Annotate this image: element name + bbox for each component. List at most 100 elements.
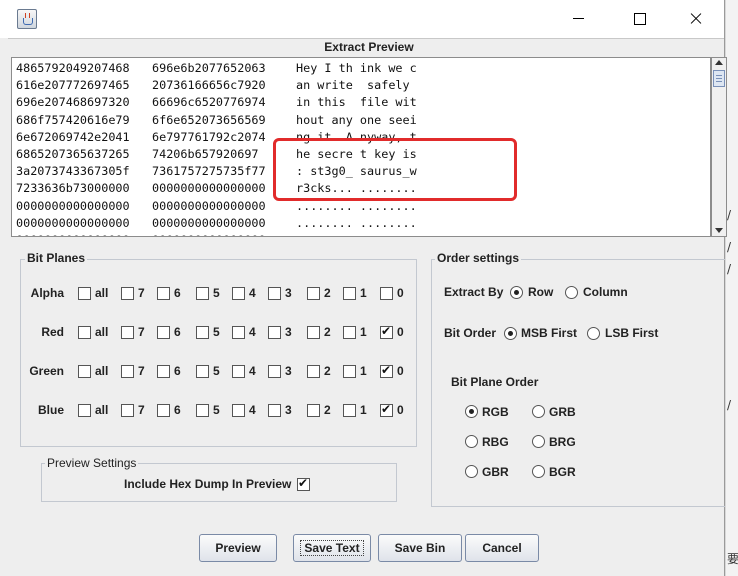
bit-order-msb-radio[interactable] <box>504 327 517 340</box>
preview-ascii-cell: Hey I th ink we c <box>296 61 417 75</box>
title-bar[interactable] <box>0 0 724 38</box>
bit-label: 6 <box>174 364 181 378</box>
channel-label-blue: Blue <box>37 403 64 417</box>
green-bit-3-checkbox[interactable] <box>268 365 281 378</box>
red-bit-3-checkbox[interactable] <box>268 326 281 339</box>
extract-by-column-radio[interactable] <box>565 286 578 299</box>
red-bit-7-checkbox[interactable] <box>121 326 134 339</box>
scroll-up-icon[interactable] <box>715 60 723 65</box>
bit-label: 2 <box>324 364 331 378</box>
all-label: all <box>95 364 109 378</box>
preview-hex-cell: 6865207365637265 <box>16 147 130 161</box>
red-bit-6-checkbox[interactable] <box>157 326 170 339</box>
minimize-button[interactable] <box>561 0 607 38</box>
preview-settings-title: Preview Settings <box>45 456 139 470</box>
scroll-thumb[interactable] <box>713 70 725 87</box>
preview-button[interactable]: Preview <box>199 534 277 562</box>
title-separator <box>8 38 724 39</box>
bit-label: 1 <box>360 325 367 339</box>
red-bit-0-checkbox[interactable] <box>380 324 393 339</box>
bit-order-lsb-radio[interactable] <box>587 327 600 340</box>
green-bit-0-checkbox[interactable] <box>380 363 393 378</box>
background-text-fragment: / <box>727 262 732 276</box>
green-bit-5-checkbox[interactable] <box>196 365 209 378</box>
red-bit-2-checkbox[interactable] <box>307 326 320 339</box>
preview-hex-cell: 616e207772697465 <box>16 78 130 93</box>
bit-plane-order-gbr-radio[interactable] <box>465 465 478 478</box>
cancel-button[interactable]: Cancel <box>465 534 539 562</box>
blue-bit-6-checkbox[interactable] <box>157 404 170 417</box>
blue-bit-1-checkbox[interactable] <box>343 404 356 417</box>
preview-scrollbar[interactable] <box>711 57 727 237</box>
preview-hex-cell: 696e207468697320 <box>16 95 130 110</box>
bit-label: 6 <box>174 403 181 417</box>
blue-bit-3-checkbox[interactable] <box>268 404 281 417</box>
preview-ascii-cell: ........ ........ <box>296 215 417 230</box>
green-bit-4-checkbox[interactable] <box>232 365 245 378</box>
preview-hex-cell: 66696c6520776974 <box>152 95 266 110</box>
bit-label: 0 <box>397 325 404 339</box>
alpha-all-checkbox[interactable] <box>78 287 91 300</box>
alpha-bit-5-checkbox[interactable] <box>196 287 209 300</box>
red-bit-5-checkbox[interactable] <box>196 326 209 339</box>
java-cup-icon <box>17 9 37 29</box>
bit-plane-order-rgb-radio[interactable] <box>465 405 478 418</box>
alpha-bit-1-checkbox[interactable] <box>343 287 356 300</box>
green-bit-7-checkbox[interactable] <box>121 365 134 378</box>
save-text-button-label: Save Text <box>300 540 364 556</box>
include-hex-dump-checkbox[interactable] <box>297 476 310 491</box>
bit-plane-order-rbg-radio[interactable] <box>465 435 478 448</box>
preview-ascii-cell: an write safely <box>296 78 417 93</box>
bit-plane-order-grb-radio[interactable] <box>532 405 545 418</box>
preview-hex-cell: 0000000000000000 <box>152 233 266 236</box>
preview-hex-cell: 0000000000000000 <box>152 181 266 196</box>
scroll-down-icon[interactable] <box>715 228 723 233</box>
bit-label: 7 <box>138 364 145 378</box>
green-all-checkbox[interactable] <box>78 365 91 378</box>
bit-label: 3 <box>285 403 292 417</box>
bit-plane-order-bgr-radio[interactable] <box>532 465 545 478</box>
red-bit-4-checkbox[interactable] <box>232 326 245 339</box>
bit-plane-order-brg-radio[interactable] <box>532 435 545 448</box>
blue-bit-0-checkbox[interactable] <box>380 402 393 417</box>
bit-label: 4 <box>249 364 256 378</box>
preview-hex-cell: 0000000000000000 <box>152 215 266 230</box>
extract-by-row-label: Row <box>528 285 554 299</box>
blue-bit-7-checkbox[interactable] <box>121 404 134 417</box>
blue-bit-5-checkbox[interactable] <box>196 404 209 417</box>
bit-plane-order-gbr-label: GBR <box>482 465 509 479</box>
preview-hex-cell: 7233636b73000000 <box>16 181 130 196</box>
bit-label: 4 <box>249 325 256 339</box>
alpha-bit-0-checkbox[interactable] <box>380 287 393 300</box>
background-text-fragment: / <box>727 240 732 254</box>
bit-label: 3 <box>285 325 292 339</box>
bit-plane-order-brg-label: BRG <box>549 435 576 449</box>
save-bin-button[interactable]: Save Bin <box>378 534 462 562</box>
extract-by-row-radio[interactable] <box>510 286 523 299</box>
green-bit-2-checkbox[interactable] <box>307 365 320 378</box>
preview-ascii-cell: in this file wit <box>296 95 417 110</box>
alpha-bit-7-checkbox[interactable] <box>121 287 134 300</box>
green-bit-6-checkbox[interactable] <box>157 365 170 378</box>
blue-all-checkbox[interactable] <box>78 404 91 417</box>
bit-label: 3 <box>285 364 292 378</box>
alpha-bit-6-checkbox[interactable] <box>157 287 170 300</box>
preview-hex-cell: 0000000000000000 <box>16 198 130 213</box>
blue-bit-2-checkbox[interactable] <box>307 404 320 417</box>
green-bit-1-checkbox[interactable] <box>343 365 356 378</box>
panel-title: Extract Preview <box>324 40 414 54</box>
alpha-bit-4-checkbox[interactable] <box>232 287 245 300</box>
maximize-button[interactable] <box>617 0 663 38</box>
alpha-bit-3-checkbox[interactable] <box>268 287 281 300</box>
red-all-checkbox[interactable] <box>78 326 91 339</box>
bit-label: 5 <box>213 364 220 378</box>
red-bit-1-checkbox[interactable] <box>343 326 356 339</box>
close-button[interactable] <box>672 0 718 38</box>
bit-label: 0 <box>397 403 404 417</box>
channel-label-green: Green <box>29 364 64 378</box>
save-text-button[interactable]: Save Text <box>293 534 371 562</box>
bit-plane-order-rbg-label: RBG <box>482 435 509 449</box>
alpha-bit-2-checkbox[interactable] <box>307 287 320 300</box>
blue-bit-4-checkbox[interactable] <box>232 404 245 417</box>
bit-order-msb-label: MSB First <box>521 326 578 340</box>
